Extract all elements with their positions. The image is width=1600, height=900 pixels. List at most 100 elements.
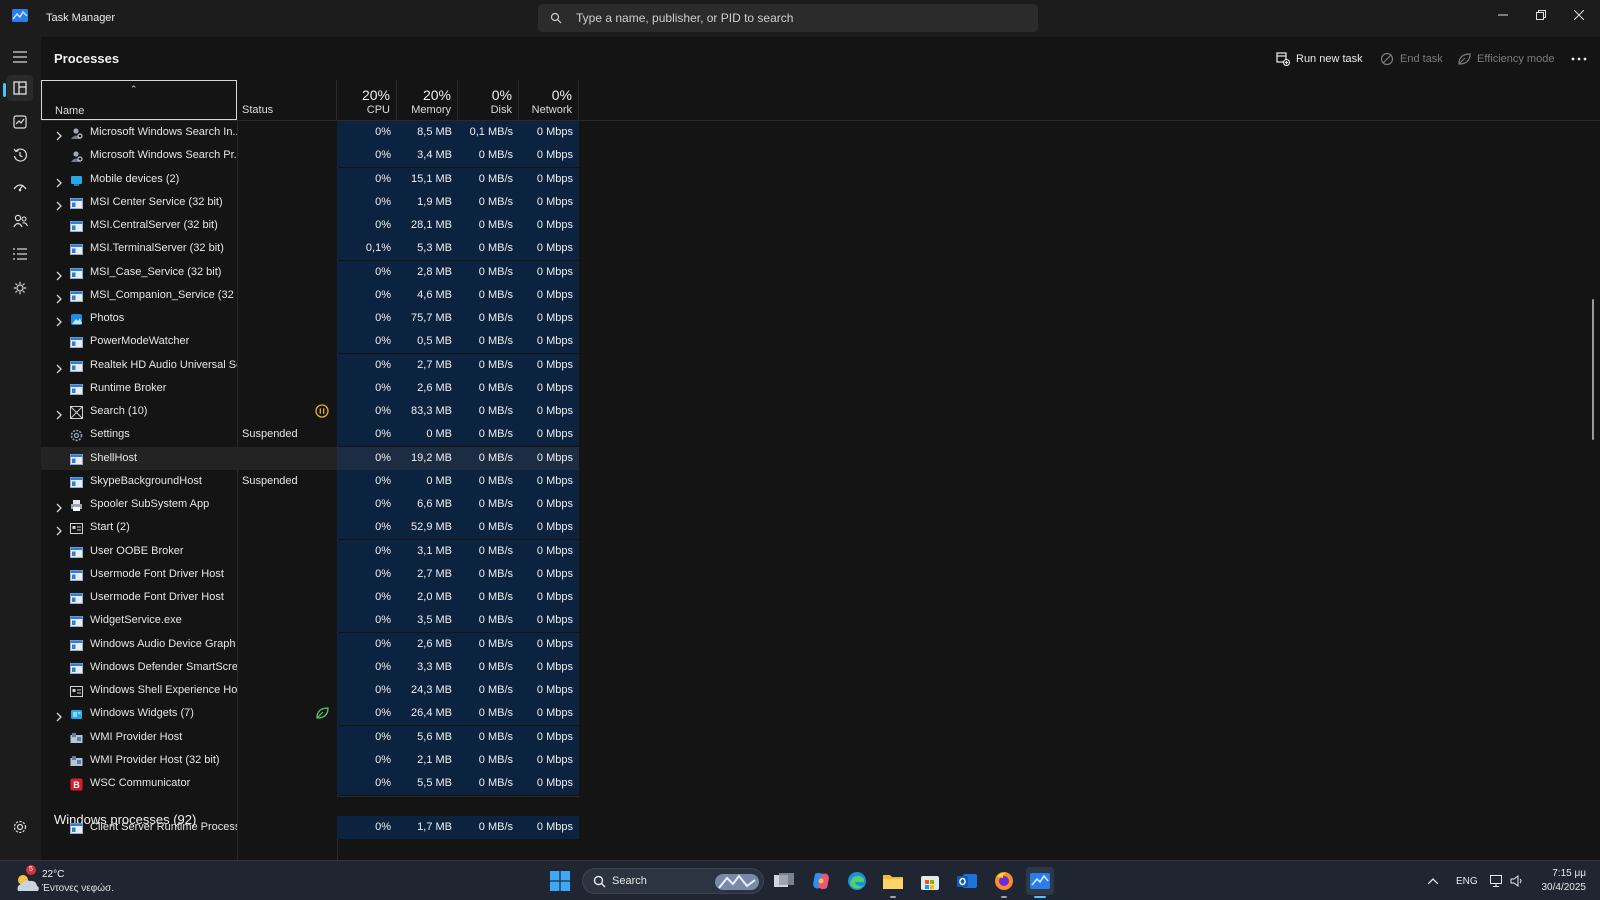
process-name-cell: WMI Provider Host (32 bit) xyxy=(41,749,237,772)
process-row[interactable]: Microsoft Windows Search Pr... 0% 3,4 MB 0 … xyxy=(41,144,579,168)
efficiency-mode-button[interactable]: Efficiency mode xyxy=(1457,49,1554,69)
process-row[interactable]: SkypeBackgroundHost Suspended 0% 0 MB 0 MB/s… xyxy=(41,469,579,493)
process-row[interactable]: Windows Widgets (7) 0% 26,4 MB 0 MB/s 0 Mbps xyxy=(41,702,579,726)
process-name-cell: SkypeBackgroundHost xyxy=(41,470,237,493)
process-row[interactable]: MSI_Case_Service (32 bit) 0% 2,8 MB 0 MB/s 0… xyxy=(41,260,579,284)
column-header-memory[interactable]: 20% Memory xyxy=(397,80,458,120)
taskbar-search[interactable]: Search xyxy=(582,868,764,894)
edge-button[interactable] xyxy=(843,867,871,895)
memory-cell: 5,5 MB xyxy=(397,772,458,795)
search-input[interactable] xyxy=(576,8,1026,28)
file-explorer-button[interactable] xyxy=(879,867,907,898)
process-row[interactable]: Settings Suspended 0% 0 MB 0 MB/s 0 Mbps xyxy=(41,423,579,447)
process-row[interactable]: Mobile devices (2) 0% 15,1 MB 0 MB/s 0 Mbps xyxy=(41,167,579,191)
process-row[interactable]: User OOBE Broker 0% 3,1 MB 0 MB/s 0 Mbps xyxy=(41,539,579,563)
column-header-disk[interactable]: 0% Disk xyxy=(458,80,519,120)
expand-chevron-icon[interactable] xyxy=(54,197,64,211)
expand-chevron-icon[interactable] xyxy=(54,267,64,280)
process-row[interactable]: Realtek HD Audio Universal Se... 0% 2,7 MB… xyxy=(41,353,579,377)
process-status-cell xyxy=(237,354,337,377)
copilot-icon xyxy=(813,872,829,890)
firefox-button[interactable] xyxy=(990,867,1018,898)
nav-details[interactable] xyxy=(7,241,33,267)
expand-chevron-icon[interactable] xyxy=(54,313,64,327)
process-row[interactable]: WidgetService.exe 0% 3,5 MB 0 MB/s 0 Mbps xyxy=(41,609,579,633)
process-row[interactable]: MSI_Companion_Service (32 b... 0% 4,6 MB 0 … xyxy=(41,283,579,307)
process-name: WSC Communicator xyxy=(90,777,191,789)
network-cell: 0 Mbps xyxy=(519,748,579,772)
clock[interactable]: 7:15 μμ 30/4/2025 xyxy=(1532,868,1594,894)
nav-processes[interactable] xyxy=(3,75,33,101)
expand-chevron-icon[interactable] xyxy=(54,499,64,513)
process-row[interactable]: Runtime Broker 0% 2,6 MB 0 MB/s 0 Mbps xyxy=(41,376,579,400)
expand-chevron-icon[interactable] xyxy=(54,127,64,141)
expand-chevron-icon[interactable] xyxy=(54,708,64,722)
weather-widget[interactable]: 5 22°C Έντονες νεφώσ. xyxy=(14,865,124,895)
process-name: Client Server Runtime Process xyxy=(90,821,237,833)
microsoft-store-button[interactable] xyxy=(916,867,944,895)
quick-settings-button[interactable] xyxy=(1484,867,1530,895)
process-row[interactable]: PowerModeWatcher 0% 0,5 MB 0 MB/s 0 Mbps xyxy=(41,330,579,354)
process-row[interactable]: MSI.CentralServer (32 bit) 0% 28,1 MB 0 MB/… xyxy=(41,214,579,237)
nav-startup-apps[interactable] xyxy=(7,175,33,201)
process-name: Mobile devices (2) xyxy=(90,172,180,185)
column-header-cpu[interactable]: 20% CPU xyxy=(337,80,397,120)
process-row[interactable]: Usermode Font Driver Host 0% 2,0 MB 0 MB/s 0… xyxy=(41,586,579,609)
close-button[interactable] xyxy=(1559,4,1599,26)
column-header-status[interactable]: Status xyxy=(237,80,337,120)
expand-chevron-icon[interactable] xyxy=(54,406,64,420)
disk-cell: 0 MB/s xyxy=(458,562,519,586)
task-manager-taskbar-button[interactable] xyxy=(1026,867,1054,898)
more-options-button[interactable] xyxy=(1571,49,1587,69)
minimize-button[interactable] xyxy=(1483,4,1523,26)
process-row[interactable]: Microsoft Windows Search In... 0% 8,5 MB 0,… xyxy=(41,121,579,144)
nav-users[interactable] xyxy=(7,208,33,234)
expand-chevron-icon[interactable] xyxy=(54,174,64,187)
process-row[interactable]: Windows Audio Device Graph ... 0% 2,6 MB 0 … xyxy=(41,632,579,656)
process-name-cell: Microsoft Windows Search Pr... xyxy=(41,144,237,167)
process-row[interactable]: B WSC Communicator 0% 5,5 MB 0 MB/s 0 Mbps xyxy=(41,772,579,795)
process-row[interactable]: Windows Defender SmartScreen 0% 3,3 MB 0 MB… xyxy=(41,655,579,679)
process-row[interactable]: Photos 0% 75,7 MB 0 MB/s 0 Mbps xyxy=(41,307,579,330)
start-button[interactable] xyxy=(546,867,574,895)
clock-date: 30/4/2025 xyxy=(1541,882,1587,893)
show-hidden-icons-button[interactable] xyxy=(1421,867,1445,895)
nav-performance[interactable] xyxy=(7,109,33,135)
process-row[interactable]: Usermode Font Driver Host 0% 2,7 MB 0 MB/s 0… xyxy=(41,562,579,586)
process-row[interactable]: Client Server Runtime Process 0% 1,7 MB 0 M… xyxy=(41,816,579,839)
process-name-cell: Windows Audio Device Graph ... xyxy=(41,633,237,656)
expand-chevron-icon[interactable] xyxy=(54,290,64,304)
end-task-button[interactable]: End task xyxy=(1380,49,1443,69)
process-row[interactable]: MSI Center Service (32 bit) 0% 1,9 MB 0 MB/… xyxy=(41,190,579,214)
process-name-cell: Windows Widgets (7) xyxy=(41,702,237,725)
nav-app-history[interactable] xyxy=(7,142,33,168)
task-view-button[interactable] xyxy=(770,867,798,895)
process-status-cell xyxy=(237,540,337,563)
process-row[interactable]: Search (10) 0% 83,3 MB 0 MB/s 0 Mbps xyxy=(41,400,579,423)
process-row[interactable]: Spooler SubSystem App 0% 6,6 MB 0 MB/s 0 Mbp… xyxy=(41,493,579,516)
hamburger-menu-button[interactable] xyxy=(7,44,33,70)
copilot-button[interactable] xyxy=(807,867,835,895)
process-row[interactable]: ShellHost 0% 19,2 MB 0 MB/s 0 Mbps xyxy=(41,446,579,470)
process-row[interactable]: MSI.TerminalServer (32 bit) 0,1% 5,3 MB 0 M… xyxy=(41,237,579,261)
process-row[interactable]: Windows Shell Experience Host 0% 24,3 MB 0 … xyxy=(41,679,579,702)
input-language[interactable]: ENG xyxy=(1456,876,1478,887)
vertical-scrollbar[interactable] xyxy=(1592,299,1594,440)
weather-temperature: 22°C xyxy=(42,869,65,880)
outlook-button[interactable] xyxy=(953,867,981,895)
nav-services[interactable] xyxy=(7,275,33,301)
process-row[interactable]: WMI Provider Host 0% 5,6 MB 0 MB/s 0 Mbps xyxy=(41,725,579,749)
run-new-task-button[interactable]: Run new task xyxy=(1276,49,1363,69)
process-row[interactable]: Start (2) 0% 52,9 MB 0 MB/s 0 Mbps xyxy=(41,516,579,540)
process-row[interactable]: WMI Provider Host (32 bit) 0% 2,1 MB 0 MB/s… xyxy=(41,748,579,772)
expand-chevron-icon[interactable] xyxy=(54,522,64,536)
nav-settings[interactable] xyxy=(7,814,33,840)
search-box[interactable] xyxy=(538,4,1038,32)
column-header-network[interactable]: 0% Network xyxy=(519,80,579,120)
process-name-cell: B WSC Communicator xyxy=(41,772,237,795)
column-header-name[interactable]: ⌃ Name xyxy=(41,80,237,120)
restore-button[interactable] xyxy=(1521,4,1561,26)
cpu-cell: 0% xyxy=(337,307,397,330)
expand-chevron-icon[interactable] xyxy=(54,360,64,373)
hamburger-icon xyxy=(13,51,27,63)
